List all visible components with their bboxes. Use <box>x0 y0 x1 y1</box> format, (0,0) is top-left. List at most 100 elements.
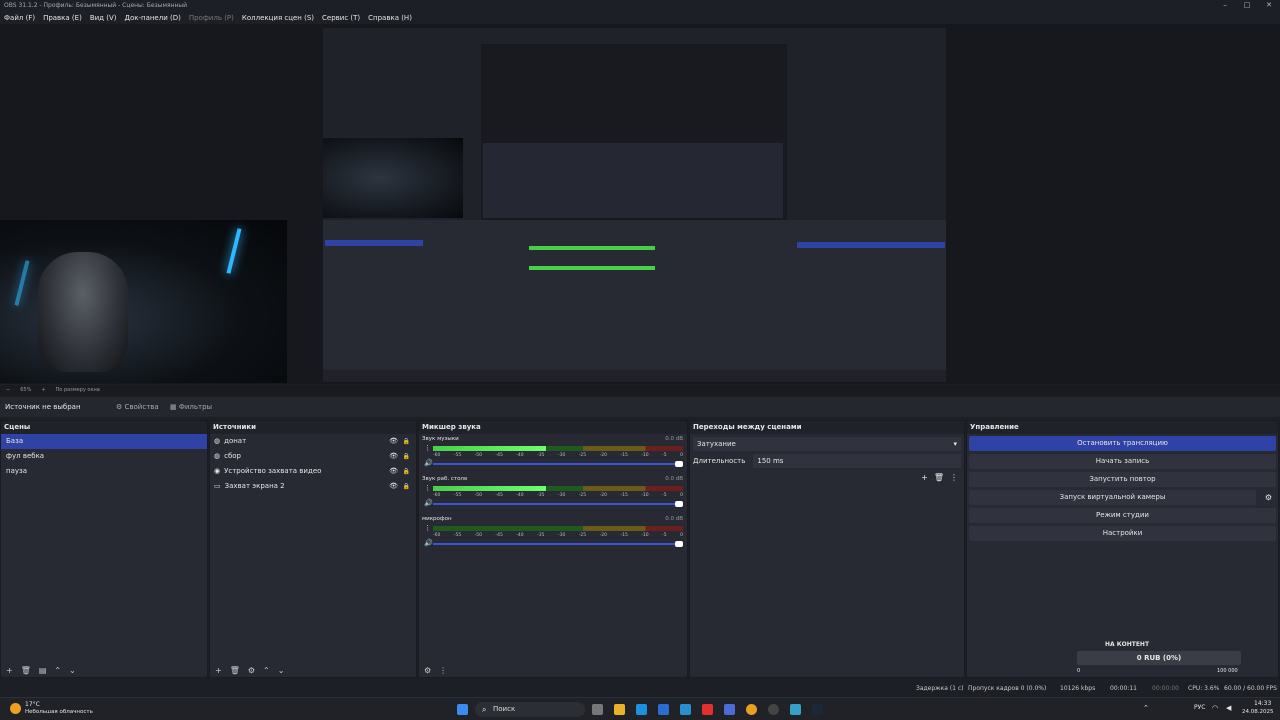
source-item[interactable]: ◍ сбор 👁 🔒 <box>210 449 416 464</box>
monitor-icon: ▭ <box>214 482 221 490</box>
task-view-icon[interactable] <box>592 704 603 715</box>
bitrate-status: 10126 kbps <box>1060 685 1096 692</box>
visibility-icon[interactable]: 👁 <box>389 464 398 479</box>
zoom-in-button[interactable]: + <box>41 385 45 396</box>
start-replay-button[interactable]: Запустить повтор <box>969 472 1276 487</box>
scale-tick: -20 <box>599 493 607 498</box>
edge-icon[interactable] <box>636 704 647 715</box>
stop-stream-button[interactable]: Остановить трансляцию <box>969 436 1276 451</box>
volume-slider[interactable] <box>433 461 683 467</box>
channel-db: 0.0 dB <box>665 476 683 482</box>
menu-profile[interactable]: Профиль (P) <box>189 12 234 24</box>
source-item[interactable]: ◍ донат 👁 🔒 <box>210 434 416 449</box>
captured-screen-image <box>323 28 946 382</box>
minimize-button[interactable]: – <box>1214 0 1236 11</box>
menu-help[interactable]: Справка (H) <box>368 12 412 24</box>
move-down-button[interactable]: ⌄ <box>69 666 76 675</box>
speaker-icon[interactable]: 🔊 <box>424 539 433 547</box>
maximize-button[interactable]: □ <box>1236 0 1258 11</box>
transition-select[interactable]: Затухание ▾ <box>693 437 961 451</box>
move-up-button[interactable]: ⌃ <box>263 666 270 675</box>
zoom-mode-select[interactable]: По размеру окна <box>56 385 100 396</box>
yandex-browser-icon[interactable] <box>702 704 713 715</box>
channel-menu-icon[interactable]: ⋮ <box>424 524 431 532</box>
scene-item[interactable]: фул вебка <box>1 449 207 464</box>
scene-item[interactable]: пауза <box>1 464 207 479</box>
visibility-icon[interactable]: 👁 <box>389 449 398 464</box>
close-button[interactable]: ✕ <box>1258 0 1280 11</box>
add-source-button[interactable]: + <box>215 666 222 675</box>
mail-icon[interactable] <box>680 704 691 715</box>
store-icon[interactable] <box>658 704 669 715</box>
donation-min: 0 <box>1077 668 1081 674</box>
move-down-button[interactable]: ⌄ <box>278 666 285 675</box>
menu-edit[interactable]: Правка (E) <box>43 12 82 24</box>
zoom-value: 65% <box>20 387 32 393</box>
properties-button[interactable]: ⚙ Свойства <box>112 400 163 414</box>
chrome-icon[interactable] <box>746 704 757 715</box>
clock-time[interactable]: 14:33 <box>1254 700 1271 707</box>
visibility-icon[interactable]: 👁 <box>389 479 398 494</box>
remove-scene-button[interactable]: 🗑 <box>21 666 31 675</box>
properties-label: Свойства <box>124 403 159 411</box>
volume-slider[interactable] <box>433 501 683 507</box>
gear-icon[interactable]: ⚙ <box>1265 493 1272 502</box>
language-indicator[interactable]: РУС <box>1194 704 1205 711</box>
duration-input[interactable]: 150 ms <box>753 454 961 468</box>
clock-date[interactable]: 24.08.2025 <box>1242 709 1274 715</box>
dropped-frames-status: Пропуск кадров 0 (0.0%) <box>968 685 1047 692</box>
lock-icon[interactable]: 🔒 <box>403 479 410 494</box>
menu-scene-collection[interactable]: Коллекция сцен (S) <box>242 12 314 24</box>
speaker-icon[interactable]: 🔊 <box>424 459 433 467</box>
remove-transition-button[interactable]: 🗑 <box>934 473 944 482</box>
menu-tools[interactable]: Сервис (T) <box>322 12 360 24</box>
menu-view[interactable]: Вид (V) <box>90 12 117 24</box>
add-scene-button[interactable]: + <box>6 666 13 675</box>
source-properties-button[interactable]: ⚙ <box>248 666 255 675</box>
add-transition-button[interactable]: + <box>921 473 928 482</box>
cpu-status: CPU: 3.6% <box>1188 685 1220 692</box>
source-item[interactable]: ▭ Захват экрана 2 👁 🔒 <box>210 479 416 494</box>
speaker-icon[interactable]: ◀ <box>1226 704 1231 712</box>
transition-menu-icon[interactable]: ⋮ <box>950 473 958 482</box>
lock-icon[interactable]: 🔒 <box>403 434 410 449</box>
settings-button[interactable]: Настройки <box>969 526 1276 541</box>
menu-docks[interactable]: Док-панели (D) <box>124 12 180 24</box>
channel-menu-icon[interactable]: ⋮ <box>424 484 431 492</box>
studio-mode-button[interactable]: Режим студии <box>969 508 1276 523</box>
file-explorer-icon[interactable] <box>614 704 625 715</box>
app-icon[interactable] <box>790 704 801 715</box>
scale-tick: -40 <box>516 453 524 458</box>
zoom-out-button[interactable]: − <box>6 385 10 396</box>
wifi-icon[interactable]: ◠ <box>1212 704 1218 712</box>
virtual-camera-button[interactable]: Запуск виртуальной камеры <box>969 490 1256 505</box>
speaker-icon[interactable]: 🔊 <box>424 499 433 507</box>
preview-zoom-bar: − 65% + По размеру окна <box>0 385 1280 396</box>
scene-filters-button[interactable]: ▤ <box>39 666 47 675</box>
tray-chevron-icon[interactable]: ⌃ <box>1143 704 1149 712</box>
charts-app-icon[interactable] <box>724 704 735 715</box>
steam-icon[interactable] <box>812 704 823 715</box>
scene-item[interactable]: База <box>1 434 207 449</box>
lock-icon[interactable]: 🔒 <box>403 464 410 479</box>
volume-slider[interactable] <box>433 541 683 547</box>
mixer-menu-icon[interactable]: ⋮ <box>439 666 447 675</box>
lock-icon[interactable]: 🔒 <box>403 449 410 464</box>
scale-tick: 0 <box>680 453 683 458</box>
obs-icon[interactable] <box>768 704 779 715</box>
controls-title: Управление <box>967 421 1278 434</box>
move-up-button[interactable]: ⌃ <box>54 666 61 675</box>
start-recording-button[interactable]: Начать запись <box>969 454 1276 469</box>
mixer-settings-icon[interactable]: ⚙ <box>424 666 431 675</box>
duration-label: Длительность <box>693 457 746 465</box>
donation-progress-bar: 0 RUB (0%) <box>1077 651 1241 665</box>
menu-file[interactable]: Файл (F) <box>4 12 35 24</box>
source-item[interactable]: ◉ Устройство захвата видео 👁 🔒 <box>210 464 416 479</box>
filters-button[interactable]: ▦ Фильтры <box>166 400 216 414</box>
channel-menu-icon[interactable]: ⋮ <box>424 444 431 452</box>
channel-name: микрофон <box>422 516 452 522</box>
taskbar-search[interactable]: Поиск <box>475 702 585 717</box>
remove-source-button[interactable]: 🗑 <box>230 666 240 675</box>
visibility-icon[interactable]: 👁 <box>389 434 398 449</box>
start-icon[interactable] <box>457 704 468 715</box>
